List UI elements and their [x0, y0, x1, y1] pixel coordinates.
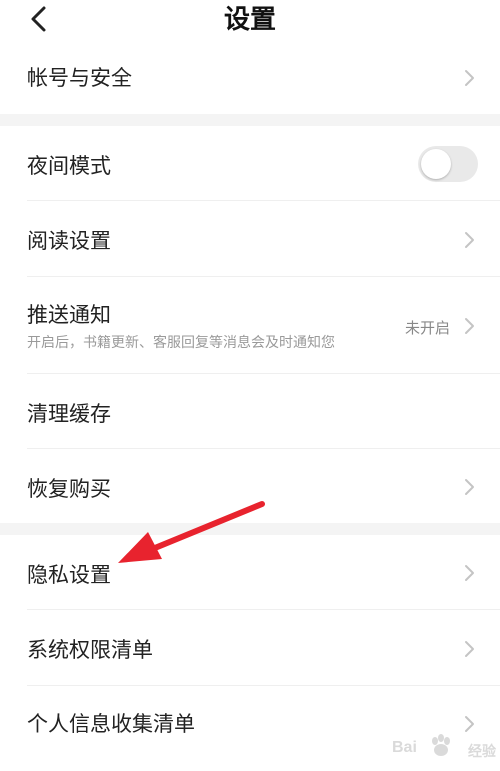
row-label: 帐号与安全 — [27, 66, 132, 90]
chevron-right-icon — [462, 639, 476, 659]
row-label: 清理缓存 — [27, 402, 111, 426]
page-title: 设置 — [223, 5, 276, 35]
row-label: 阅读设置 — [27, 229, 111, 253]
settings-row-night-mode: 夜间模式 — [0, 126, 500, 200]
chevron-right-icon — [462, 477, 476, 497]
row-label: 推送通知 — [27, 303, 111, 327]
row-label: 恢复购买 — [27, 477, 111, 501]
chevron-right-icon — [462, 68, 476, 88]
settings-row-restore-purchase[interactable]: 恢复购买 — [0, 449, 500, 523]
settings-row-push-notifications[interactable]: 推送通知 开启后，书籍更新、客服回复等消息会及时通知您 未开启 — [0, 277, 500, 373]
toggle-knob — [421, 149, 451, 179]
row-label: 个人信息收集清单 — [27, 712, 195, 736]
header-bar: 设置 — [0, 0, 500, 40]
settings-row-privacy[interactable]: 隐私设置 — [0, 535, 500, 609]
push-status-value: 未开启 — [404, 319, 450, 337]
row-label: 系统权限清单 — [27, 638, 153, 662]
settings-row-clear-cache[interactable]: 清理缓存 — [0, 374, 500, 448]
row-label: 隐私设置 — [27, 563, 111, 587]
section-gap — [0, 114, 500, 126]
watermark-text-left: Bai — [392, 739, 417, 756]
row-label: 夜间模式 — [27, 154, 111, 178]
row-subtitle: 开启后，书籍更新、客服回复等消息会及时通知您 — [27, 335, 335, 351]
night-mode-toggle[interactable] — [418, 146, 478, 182]
settings-row-account-security[interactable]: 帐号与安全 — [0, 40, 500, 114]
baidu-jingyan-watermark: Bai 经验 — [392, 731, 496, 765]
chevron-right-icon — [462, 230, 476, 250]
chevron-right-icon — [462, 563, 476, 583]
chevron-right-icon — [462, 316, 476, 336]
paw-icon — [432, 734, 450, 756]
watermark-text-right: 经验 — [468, 744, 496, 760]
section-gap — [0, 523, 500, 535]
settings-row-reading[interactable]: 阅读设置 — [0, 201, 500, 276]
settings-row-system-permissions[interactable]: 系统权限清单 — [0, 610, 500, 685]
